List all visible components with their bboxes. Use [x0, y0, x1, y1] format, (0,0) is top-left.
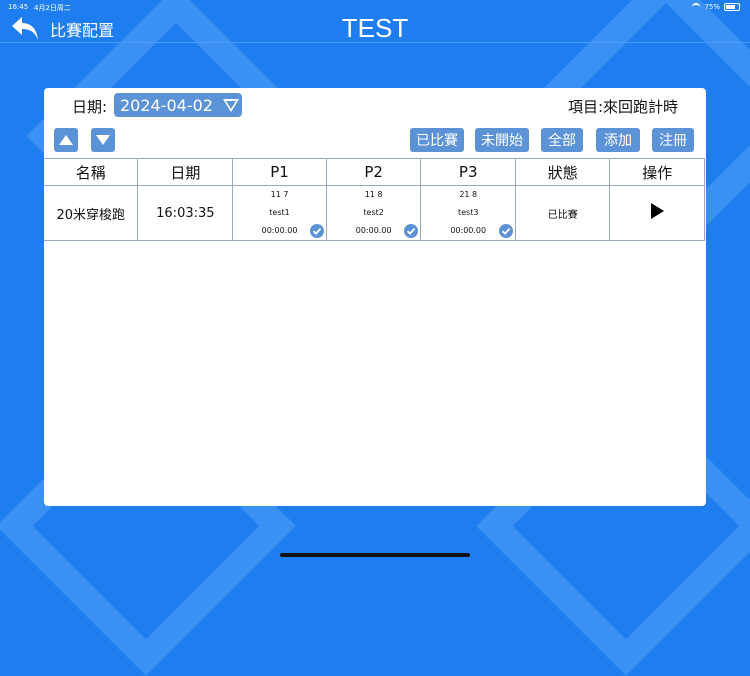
cell-p2[interactable]: 11 8 test2 00:00.00	[325, 185, 422, 241]
check-circle-icon	[309, 224, 324, 238]
cell-time: 16:03:35	[137, 185, 234, 241]
header-status: 狀態	[515, 158, 611, 186]
status-indicators: 75%	[692, 3, 740, 11]
wifi-icon	[692, 3, 701, 11]
filter-not-started-button[interactable]: 未開始	[475, 128, 529, 152]
header-date: 日期	[137, 158, 234, 186]
header-action: 操作	[609, 158, 705, 186]
page-title: TEST	[341, 13, 409, 43]
p2-code: 11 8	[364, 190, 383, 199]
status-time: 16:45	[8, 3, 29, 11]
table-header-row: 名稱 日期 P1 P2 P3 狀態 操作	[44, 158, 705, 186]
p3-code: 21 8	[459, 190, 478, 199]
status-bar: 16:45 4月2日周二 75%	[0, 0, 750, 14]
table-row[interactable]: 20米穿梭跑 16:03:35 11 7 test1 00:00.00 11 8…	[44, 185, 705, 241]
header-name: 名稱	[44, 158, 139, 186]
match-table: 名稱 日期 P1 P2 P3 狀態 操作 20米穿梭跑 16:03:35 11 …	[44, 158, 705, 241]
triangle-down-icon	[96, 135, 110, 145]
move-down-button[interactable]	[91, 128, 115, 152]
date-label: 日期:	[72, 98, 108, 116]
cell-status: 已比賽	[515, 185, 611, 241]
cell-p1[interactable]: 11 7 test1 00:00.00	[232, 185, 327, 241]
cell-name: 20米穿梭跑	[44, 185, 139, 241]
dropdown-triangle-icon	[222, 98, 239, 112]
cell-action	[609, 185, 705, 241]
filter-completed-button[interactable]: 已比賽	[410, 128, 464, 152]
status-date: 4月2日周二	[34, 4, 71, 12]
filter-all-button[interactable]: 全部	[541, 128, 583, 152]
add-button[interactable]: 添加	[596, 128, 640, 152]
header-p2: P2	[325, 158, 422, 186]
home-indicator[interactable]	[280, 553, 470, 557]
nav-divider	[0, 42, 750, 43]
check-circle-icon	[404, 224, 419, 238]
battery-icon	[724, 3, 740, 11]
match-card: 日期: 2024-04-02 項目:來回跑計時 已比賽 未開始 全部 添加 注冊…	[44, 88, 706, 506]
move-up-button[interactable]	[54, 128, 78, 152]
header-p3: P3	[420, 158, 517, 186]
register-button[interactable]: 注冊	[652, 128, 694, 152]
p3-player: test3	[457, 208, 479, 217]
project-label: 項目:來回跑計時	[567, 98, 678, 116]
battery-percent: 75%	[704, 3, 720, 11]
p2-player: test2	[363, 208, 384, 217]
triangle-up-icon	[59, 135, 73, 145]
cell-p3[interactable]: 21 8 test3 00:00.00	[420, 185, 517, 241]
date-select[interactable]: 2024-04-02	[114, 93, 242, 117]
check-circle-icon	[499, 224, 514, 238]
play-icon[interactable]	[650, 203, 664, 219]
date-value: 2024-04-02	[120, 95, 213, 115]
p1-player: test1	[269, 208, 290, 217]
p1-code: 11 7	[270, 190, 289, 199]
header-p1: P1	[232, 158, 327, 186]
